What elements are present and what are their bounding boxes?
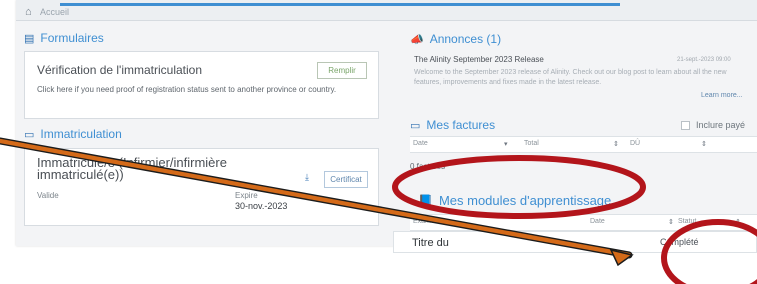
immatriculation-title: Immatriculation (40, 127, 122, 141)
module-title-cell: Titre du (412, 237, 449, 249)
module-date-filter[interactable]: Date (590, 218, 605, 225)
registration-form-title: Vérification de l'immatriculation (37, 63, 203, 77)
examen-filter[interactable]: Examen (413, 218, 439, 225)
app-window: ⌂ Accueil ▤ Formulaires Vérification de … (16, 0, 757, 246)
factures-title-row: ▭ Mes factures (410, 118, 495, 132)
include-paid-label: Inclure payé (696, 120, 746, 130)
book-icon: 📘 (418, 193, 433, 208)
annonces-title-row: 📣 Annonces (1) (410, 32, 501, 46)
du-filter[interactable]: DÛ (630, 140, 640, 147)
modules-title: Mes modules d'apprentissage (438, 193, 612, 208)
expire-label: Expire (235, 191, 258, 200)
announcement-body: Welcome to the September 2023 release of… (414, 69, 727, 86)
invoice-filter-row: Date ▾ Total ⇕ DÛ ⇕ (410, 136, 757, 153)
total-filter[interactable]: Total (524, 140, 539, 147)
remplir-button[interactable]: Remplir (317, 62, 367, 79)
modules-filter-row: Examen Date ⇕ Statut ⇕ (410, 214, 757, 231)
module-table-row[interactable]: Titre du Complété (393, 231, 757, 253)
chevron-down-icon[interactable]: ⇕ (701, 140, 707, 148)
formulaires-title-row: ▤ Formulaires (24, 31, 104, 45)
breadcrumb-home[interactable]: Accueil (40, 7, 69, 17)
screenshot-stage: ⌂ Accueil ▤ Formulaires Vérification de … (0, 0, 757, 284)
formulaires-title: Formulaires (40, 31, 104, 45)
include-paid-checkbox[interactable] (681, 121, 690, 130)
date-filter[interactable]: Date (413, 140, 428, 147)
form-icon: ▤ (24, 32, 35, 45)
announcement-date: 21-sept.-2023 09:00 (677, 57, 731, 63)
chevron-down-icon[interactable]: ⇕ (735, 218, 741, 226)
top-accent-line (60, 3, 620, 6)
factures-title: Mes factures (426, 118, 496, 132)
download-icon[interactable]: ⤓ (305, 172, 309, 183)
registration-status-card: Immatriculé/e (Infirmier/infirmière imma… (24, 148, 379, 226)
registration-form-description: Click here if you need proof of registra… (37, 85, 337, 94)
chevron-down-icon[interactable]: ⇕ (613, 140, 619, 148)
announcement-item[interactable]: The Alinity September 2023 Release 21-se… (410, 51, 757, 107)
chevron-down-icon[interactable]: ▾ (504, 140, 508, 148)
announcement-title: The Alinity September 2023 Release (414, 55, 544, 64)
annonces-title: Annonces (1) (429, 32, 502, 46)
megaphone-icon: 📣 (410, 33, 424, 46)
registration-status-title: Immatriculé/e (Infirmier/infirmière imma… (37, 155, 227, 182)
card-icon: ▭ (24, 128, 35, 141)
status-filter[interactable]: Statut (678, 218, 696, 225)
expire-value: 30-nov.-2023 (235, 201, 288, 211)
immatriculation-title-row: ▭ Immatriculation (24, 127, 122, 141)
home-icon[interactable]: ⌂ (25, 6, 32, 18)
card-icon: ▭ (410, 119, 421, 132)
learn-more-link[interactable]: Learn more... (701, 92, 743, 99)
modules-title-row: 📘 Mes modules d'apprentissage (418, 193, 611, 208)
chevron-down-icon[interactable]: ⇕ (668, 218, 674, 226)
valid-label: Valide (37, 191, 59, 200)
certificat-button[interactable]: Certificat (324, 171, 368, 188)
top-bar: ⌂ Accueil (16, 0, 757, 21)
invoice-count: 0 factures (410, 162, 446, 171)
module-status-cell: Complété (660, 237, 699, 247)
formulaires-card: Vérification de l'immatriculation Rempli… (24, 51, 379, 119)
